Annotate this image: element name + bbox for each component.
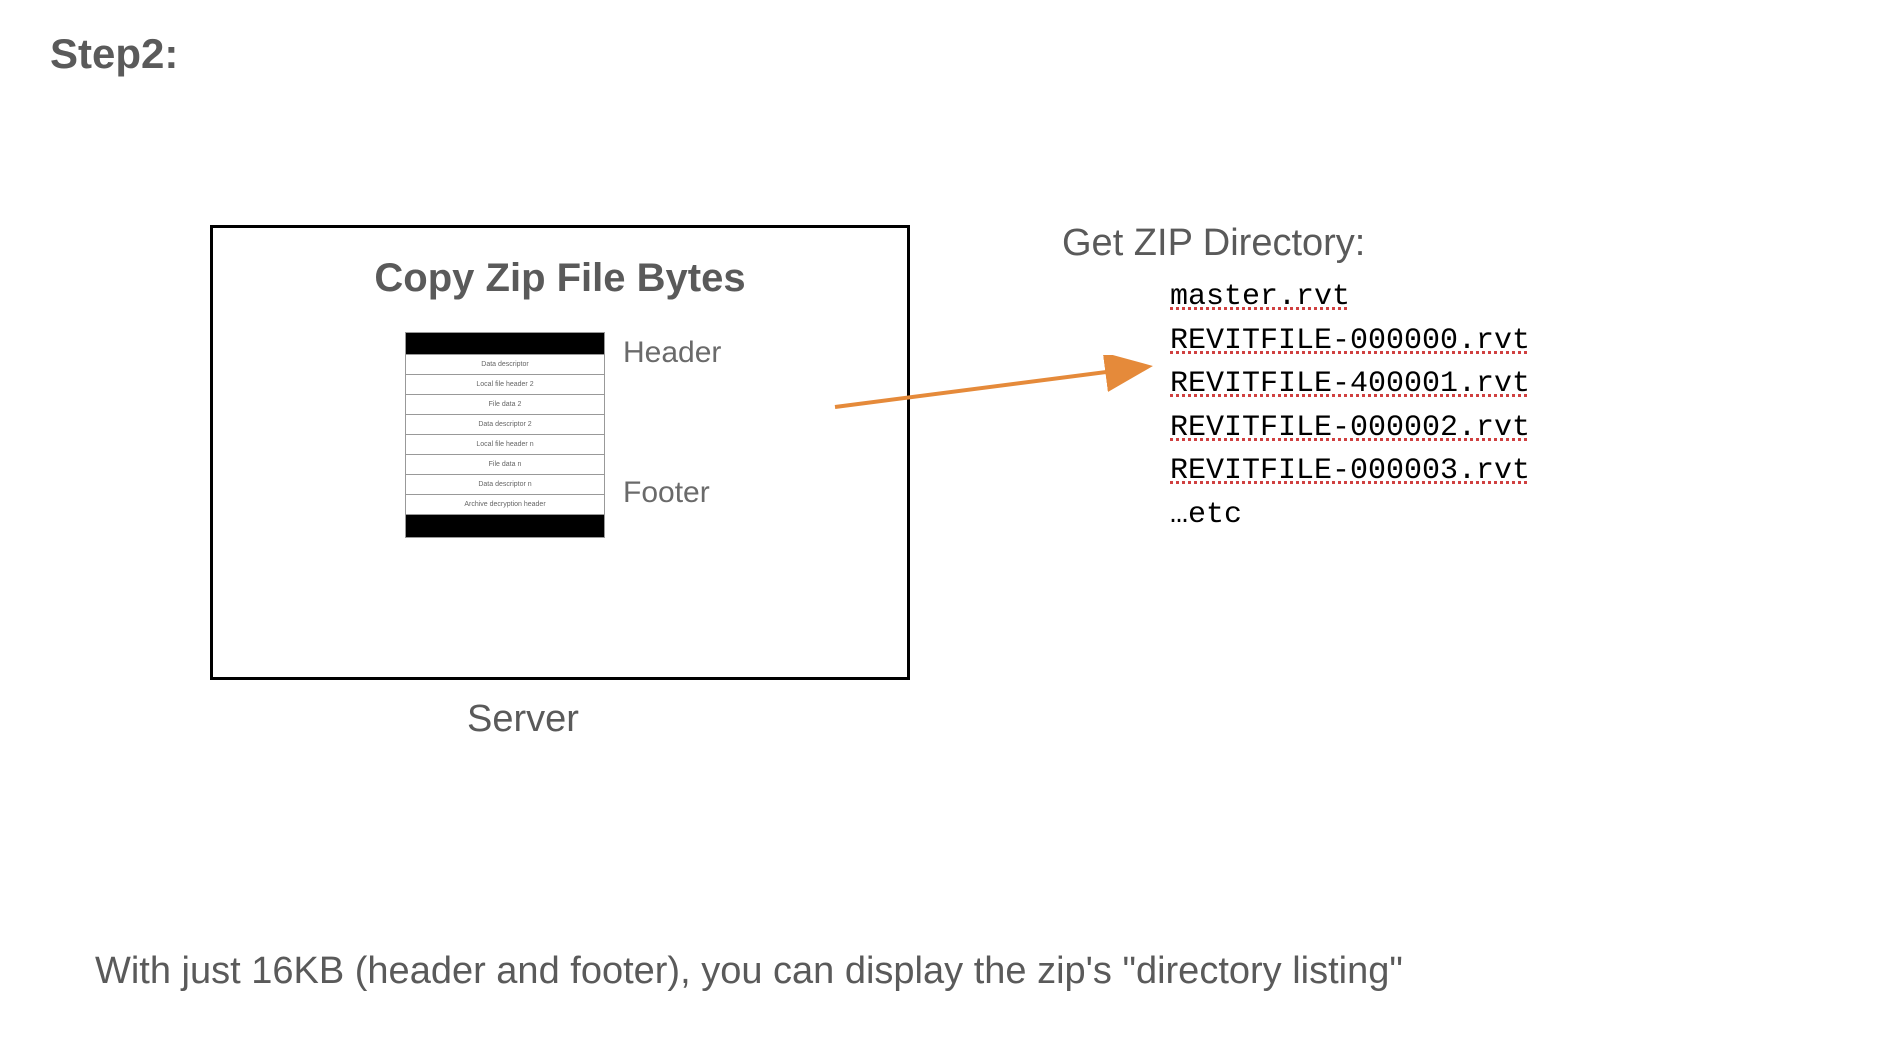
zip-directory-title: Get ZIP Directory:	[1062, 222, 1365, 265]
server-label: Server	[467, 698, 579, 741]
file-item: REVITFILE-000000.rvt	[1170, 320, 1530, 364]
caption-text: With just 16KB (header and footer), you …	[95, 950, 1403, 993]
file-item: master.rvt	[1170, 276, 1530, 320]
footer-label: Footer	[623, 476, 710, 510]
zip-row: Local file header n	[406, 435, 604, 455]
zip-structure-table: Data descriptor Local file header 2 File…	[405, 332, 605, 538]
zip-footer-block	[406, 515, 604, 537]
step-title: Step2:	[50, 30, 178, 78]
file-item: REVITFILE-000002.rvt	[1170, 407, 1530, 451]
zip-row: Data descriptor	[406, 355, 604, 375]
arrow-icon	[830, 355, 1160, 415]
zip-row: Data descriptor 2	[406, 415, 604, 435]
file-list: master.rvt REVITFILE-000000.rvt REVITFIL…	[1170, 276, 1530, 537]
zip-row: Data descriptor n	[406, 475, 604, 495]
zip-row: File data n	[406, 455, 604, 475]
zip-row: Archive decryption header	[406, 495, 604, 515]
header-label: Header	[623, 336, 721, 370]
server-box: Copy Zip File Bytes Data descriptor Loca…	[210, 225, 910, 680]
zip-box-title: Copy Zip File Bytes	[213, 256, 907, 301]
zip-header-block	[406, 333, 604, 355]
zip-row: Local file header 2	[406, 375, 604, 395]
file-item: REVITFILE-400001.rvt	[1170, 363, 1530, 407]
zip-row: File data 2	[406, 395, 604, 415]
file-item-etc: …etc	[1170, 494, 1530, 538]
file-item: REVITFILE-000003.rvt	[1170, 450, 1530, 494]
